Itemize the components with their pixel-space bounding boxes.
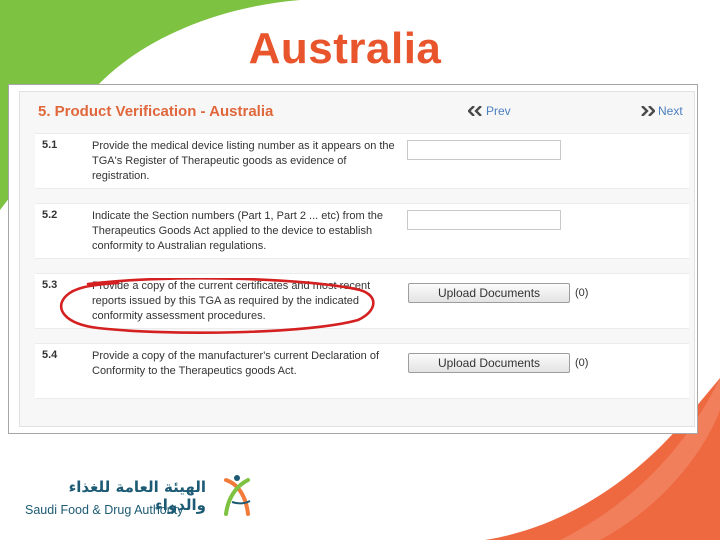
product-verification-panel: 5. Product Verification - Australia Prev… [19, 91, 695, 427]
logo-english-text: Saudi Food & Drug Authority [25, 503, 184, 517]
slide-title: Australia [248, 24, 442, 73]
sfda-emblem-icon [224, 475, 251, 516]
next-link[interactable]: Next [640, 104, 683, 118]
sfda-logo: الهيئة العامة للغذاء والدواء Saudi Food … [22, 474, 262, 524]
question-text: Indicate the Section numbers (Part 1, Pa… [92, 210, 384, 252]
section-heading: 5. Product Verification - Australia [38, 103, 274, 120]
double-chevron-right-icon [640, 106, 655, 116]
question-number: 5.1 [42, 139, 58, 151]
question-row-5-1: 5.1 Provide the medical device listing n… [35, 133, 689, 189]
prev-link[interactable]: Prev [468, 104, 511, 118]
next-label: Next [658, 104, 683, 118]
question-number: 5.3 [42, 279, 58, 291]
question-number: 5.4 [42, 349, 58, 361]
question-row-5-3: 5.3 Provide a copy of the current certif… [35, 273, 689, 329]
question-row-5-4: 5.4 Provide a copy of the manufacturer's… [35, 343, 689, 399]
question-text: Provide the medical device listing numbe… [92, 140, 395, 182]
double-chevron-left-icon [468, 106, 483, 116]
panel-header: 5. Product Verification - Australia Prev… [20, 92, 694, 132]
section-numbers-input[interactable] [407, 210, 561, 230]
prev-label: Prev [486, 104, 511, 118]
upload-documents-button[interactable]: Upload Documents [408, 283, 570, 303]
listing-number-input[interactable] [407, 140, 561, 160]
question-row-5-2: 5.2 Indicate the Section numbers (Part 1… [35, 203, 689, 259]
question-text: Provide a copy of the manufacturer's cur… [92, 350, 380, 377]
document-count: (0) [575, 357, 589, 369]
upload-documents-button[interactable]: Upload Documents [408, 353, 570, 373]
question-number: 5.2 [42, 209, 58, 221]
question-text: Provide a copy of the current certificat… [92, 280, 371, 322]
document-count: (0) [575, 287, 589, 299]
